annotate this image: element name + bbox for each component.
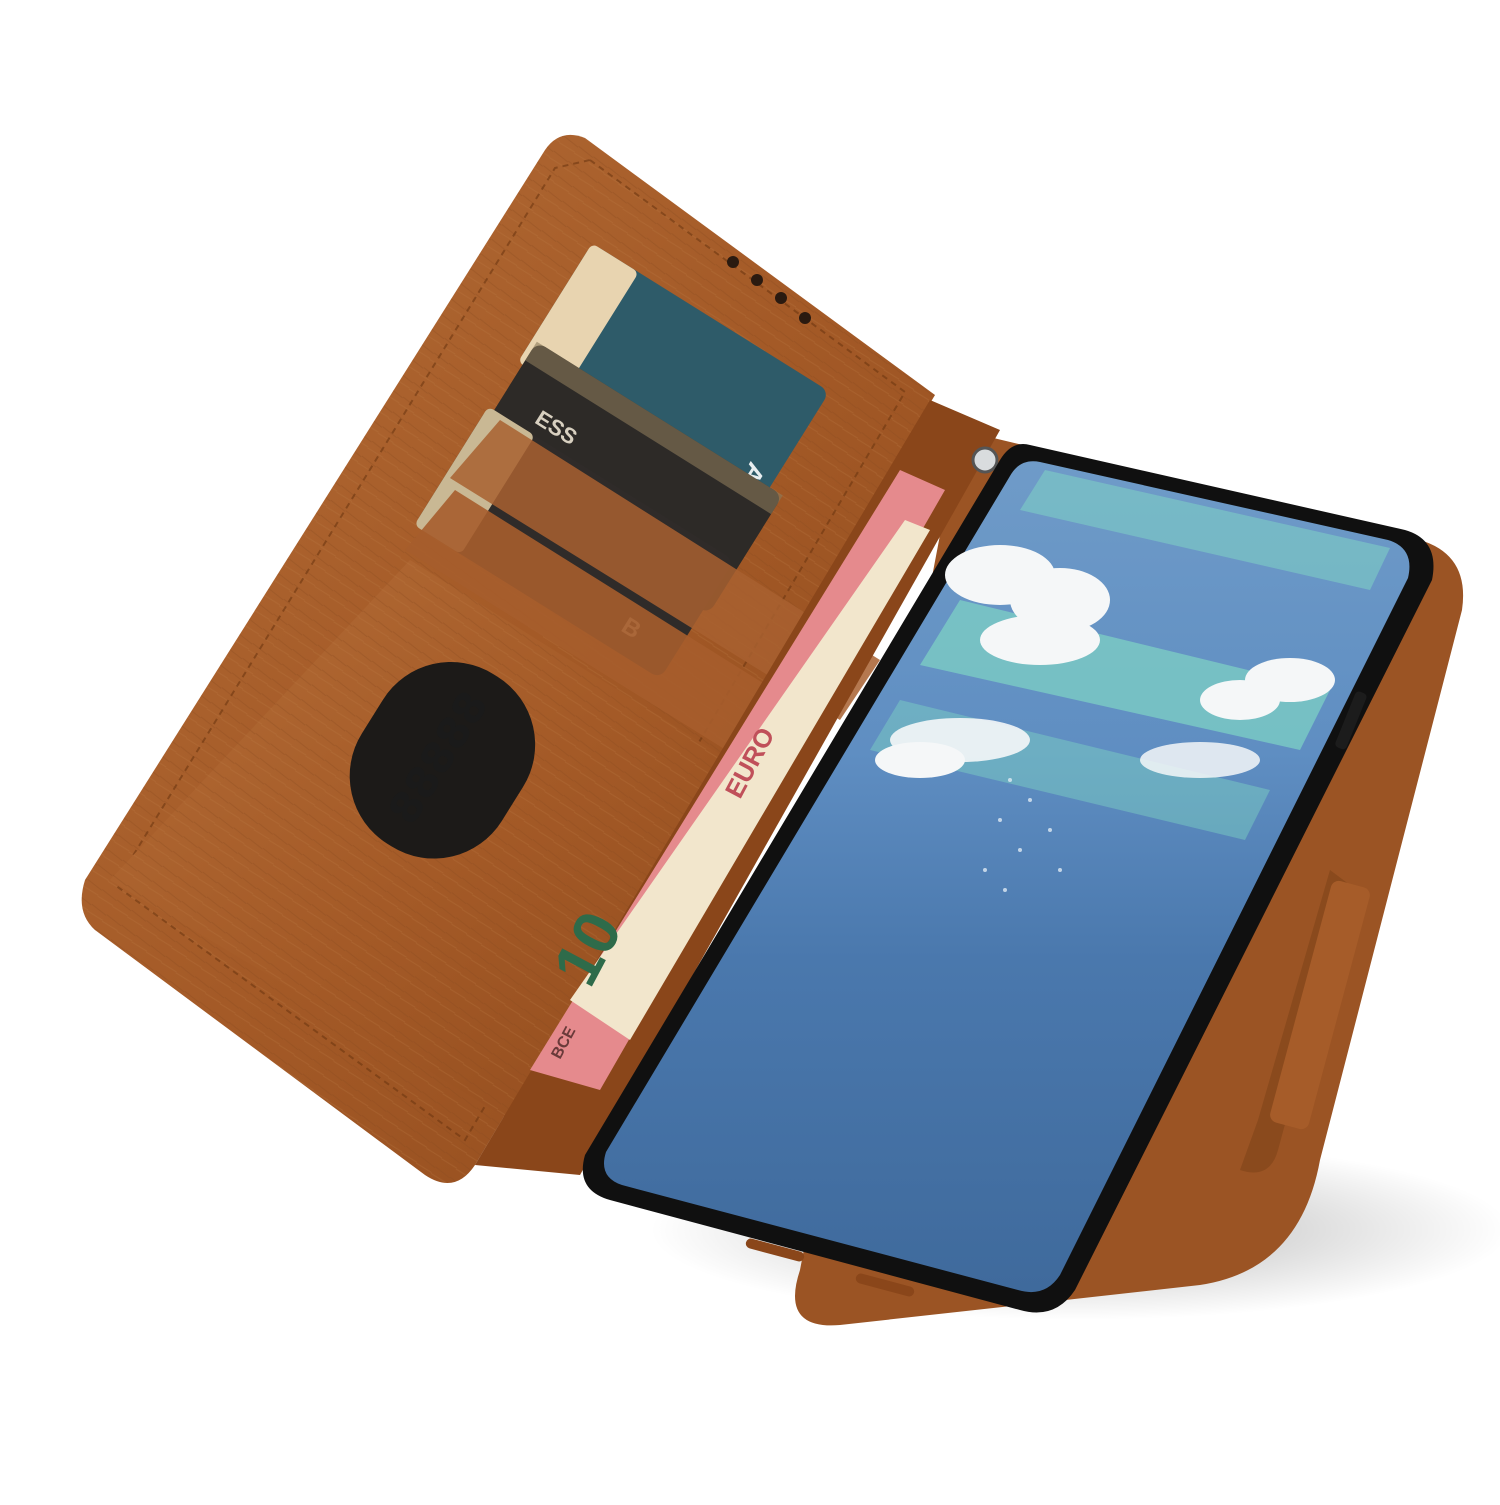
product-photo: AL ESS m B 88888 EURO BCE 10 [0,0,1500,1500]
wallet-case-illustration: AL ESS m B 88888 EURO BCE 10 [81,134,1500,1326]
camera-hole-icon [971,446,999,474]
